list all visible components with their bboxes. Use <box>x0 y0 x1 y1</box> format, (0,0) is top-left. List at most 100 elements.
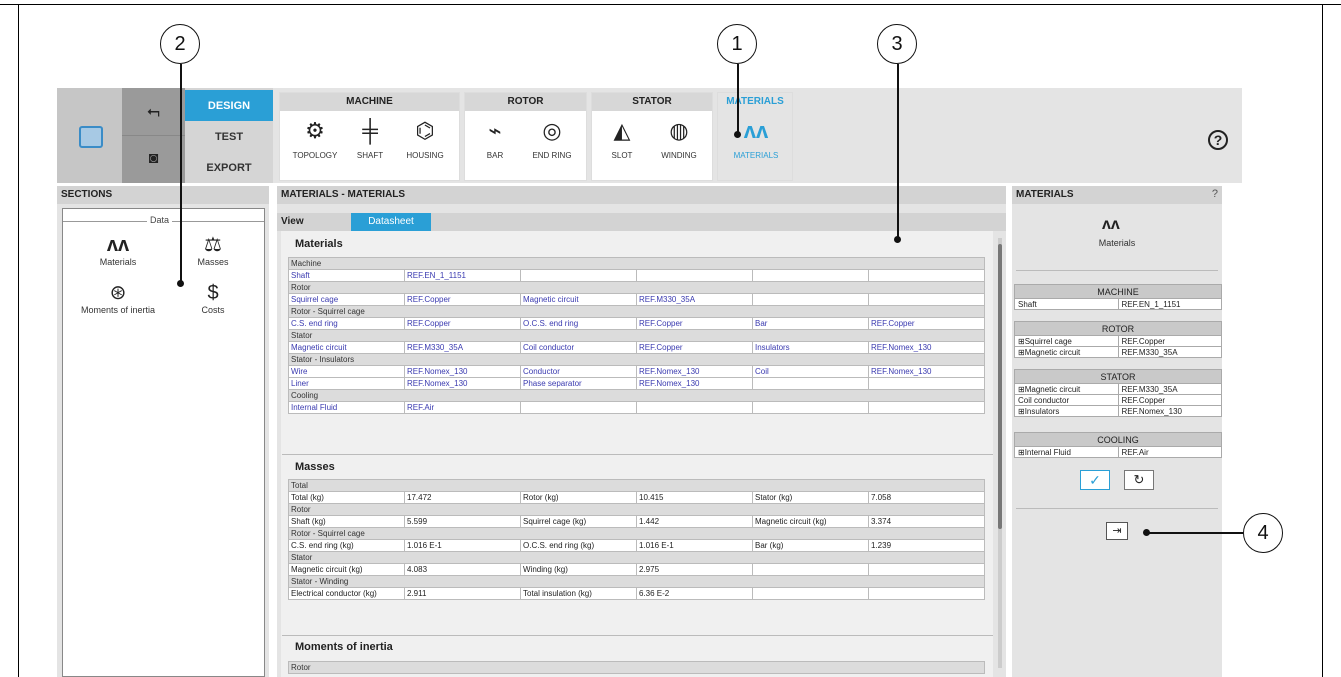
tab-datasheet[interactable]: Datasheet <box>351 213 431 231</box>
table-cell: Total (kg) <box>288 491 405 504</box>
table-cell: Electrical conductor (kg) <box>288 587 405 600</box>
side-group-title: COOLING <box>1014 432 1222 447</box>
table-cell[interactable]: C.S. end ring <box>288 317 405 330</box>
table-cell[interactable]: REF.Nomex_130 <box>1117 405 1222 417</box>
table-row: COOLING <box>1014 432 1222 447</box>
table-cell[interactable]: Shaft <box>1014 298 1119 310</box>
undo-icon[interactable]: ⮢ <box>122 88 185 135</box>
stator-group-title: STATOR <box>592 93 712 111</box>
table-cell[interactable]: REF.Copper <box>404 293 521 306</box>
camera-icon[interactable]: ◙ <box>122 135 185 182</box>
table-cell[interactable]: Shaft <box>288 269 405 282</box>
table-cell[interactable]: Phase separator <box>520 377 637 390</box>
table-cell[interactable]: Coil conductor <box>520 341 637 354</box>
tab-test[interactable]: TEST <box>185 121 273 152</box>
scrollbar-thumb[interactable] <box>998 244 1002 529</box>
section-masses[interactable]: ⚖ Masses <box>188 233 238 267</box>
table-cell[interactable]: REF.Nomex_130 <box>636 365 753 378</box>
end-ring-icon: ◎ <box>542 118 562 143</box>
table-cell: 7.058 <box>868 491 985 504</box>
view-label: View <box>281 216 304 227</box>
materials-tool-label: MATERIALS <box>733 151 779 160</box>
export-icon[interactable]: ⇥ <box>1106 522 1128 540</box>
table-cell[interactable]: Insulators <box>752 341 869 354</box>
table-cell[interactable]: REF.M330_35A <box>636 293 753 306</box>
table-row: Stator <box>288 551 985 564</box>
table-cell[interactable]: REF.Nomex_130 <box>404 377 521 390</box>
section-moments-of-inertia[interactable]: ⊛ Moments of inertia <box>68 281 168 315</box>
table-cell[interactable]: Magnetic circuit <box>520 293 637 306</box>
table-cell[interactable]: ⊞Internal Fluid <box>1014 446 1119 458</box>
table-cell[interactable]: REF.EN_1_1151 <box>404 269 521 282</box>
table-row[interactable]: Coil conductor REF.Copper <box>1014 394 1222 406</box>
table-cell: O.C.S. end ring (kg) <box>520 539 637 552</box>
section-costs[interactable]: $ Costs <box>188 281 238 315</box>
table-cell: 1.016 E-1 <box>636 539 753 552</box>
table-group-header: Total <box>288 479 985 492</box>
inertia-table: Rotor <box>288 661 985 674</box>
table-cell[interactable]: Internal Fluid <box>288 401 405 414</box>
housing-tool[interactable]: ⌬ HOUSING <box>390 115 460 175</box>
reset-icon[interactable]: ↻ <box>1124 470 1154 490</box>
rotor-group: ROTOR ⌁ BAR ◎ END RING <box>464 92 587 181</box>
materials-tool[interactable]: ʌʌ MATERIALS <box>721 115 791 175</box>
table-row[interactable]: ⊞Insulators REF.Nomex_130 <box>1014 405 1222 417</box>
table-cell[interactable]: REF.Copper <box>636 317 753 330</box>
table-cell <box>752 377 869 390</box>
callout-dot <box>1143 529 1150 536</box>
end-ring-tool[interactable]: ◎ END RING <box>517 115 587 175</box>
table-cell[interactable]: ⊞Insulators <box>1014 405 1119 417</box>
table-cell: 4.083 <box>404 563 521 576</box>
apply-check-icon[interactable]: ✓ <box>1080 470 1110 490</box>
save-block[interactable] <box>57 88 122 183</box>
table-cell[interactable]: ⊞Magnetic circuit <box>1014 383 1119 395</box>
table-row[interactable]: ⊞Squirrel cage REF.Copper <box>1014 335 1222 347</box>
winding-tool[interactable]: ◍ WINDING <box>644 115 714 175</box>
tab-design[interactable]: DESIGN <box>185 90 273 121</box>
tab-export[interactable]: EXPORT <box>185 152 273 183</box>
table-cell[interactable]: Bar <box>752 317 869 330</box>
callout-3: 3 <box>877 24 917 64</box>
table-cell[interactable]: ⊞Squirrel cage <box>1014 335 1119 347</box>
table-row[interactable]: Shaft REF.EN_1_1151 <box>1014 298 1222 310</box>
table-cell[interactable]: REF.M330_35A <box>1117 346 1222 358</box>
table-cell[interactable]: Coil <box>752 365 869 378</box>
table-cell[interactable]: REF.Copper <box>1117 394 1222 406</box>
table-cell[interactable]: REF.Nomex_130 <box>636 377 753 390</box>
table-cell[interactable]: REF.Copper <box>404 317 521 330</box>
help-icon[interactable]: ? <box>1208 130 1228 150</box>
table-cell[interactable]: REF.M330_35A <box>404 341 521 354</box>
table-cell[interactable]: Squirrel cage <box>288 293 405 306</box>
inertia-icon: ⊛ <box>109 282 127 304</box>
table-group-header: Machine <box>288 257 985 270</box>
save-icon[interactable] <box>79 126 103 148</box>
table-row: Cooling <box>288 389 985 402</box>
table-cell[interactable]: Coil conductor <box>1014 394 1119 406</box>
table-row: C.S. end ring REF.Copper O.C.S. end ring RE… <box>288 317 985 330</box>
table-cell[interactable]: REF.Copper <box>636 341 753 354</box>
table-cell[interactable]: Liner <box>288 377 405 390</box>
table-cell[interactable]: ⊞Magnetic circuit <box>1014 346 1119 358</box>
table-cell[interactable]: REF.Copper <box>868 317 985 330</box>
table-cell[interactable]: REF.Air <box>404 401 521 414</box>
table-row[interactable]: ⊞Internal Fluid REF.Air <box>1014 446 1222 458</box>
table-cell[interactable]: REF.Air <box>1117 446 1222 458</box>
table-cell[interactable]: REF.Nomex_130 <box>404 365 521 378</box>
table-cell[interactable]: Conductor <box>520 365 637 378</box>
table-cell[interactable]: REF.Nomex_130 <box>868 365 985 378</box>
table-row[interactable]: ⊞Magnetic circuit REF.M330_35A <box>1014 346 1222 358</box>
table-cell[interactable]: REF.Copper <box>1117 335 1222 347</box>
callout-dot <box>894 236 901 243</box>
table-cell[interactable]: REF.EN_1_1151 <box>1117 298 1222 310</box>
table-cell[interactable]: O.C.S. end ring <box>520 317 637 330</box>
section-materials[interactable]: ʌʌ Materials <box>88 233 148 267</box>
table-cell[interactable]: Magnetic circuit <box>288 341 405 354</box>
table-cell[interactable]: REF.Nomex_130 <box>868 341 985 354</box>
side-cooling-table: COOLING ⊞Internal Fluid REF.Air <box>1014 432 1222 458</box>
side-help-icon[interactable]: ? <box>1212 188 1218 200</box>
table-cell[interactable]: Wire <box>288 365 405 378</box>
table-cell: Total insulation (kg) <box>520 587 637 600</box>
table-group-header: Cooling <box>288 389 985 402</box>
table-row[interactable]: ⊞Magnetic circuit REF.M330_35A <box>1014 383 1222 395</box>
table-cell[interactable]: REF.M330_35A <box>1117 383 1222 395</box>
